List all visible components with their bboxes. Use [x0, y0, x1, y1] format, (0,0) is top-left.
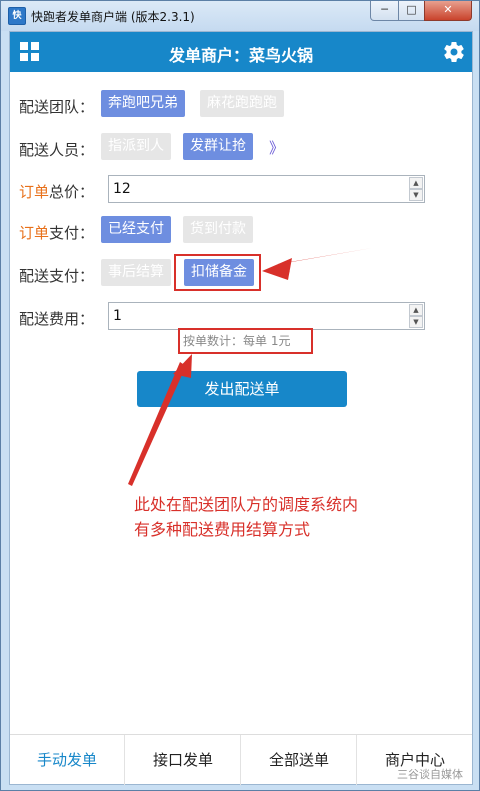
tab-all-deliveries[interactable]: 全部送单 [242, 735, 357, 785]
arrow-head-deduct [262, 258, 292, 280]
maximize-button[interactable]: □ [398, 1, 425, 21]
app-logo-icon: 快 [8, 7, 26, 25]
window-title: 快跑者发单商户端 (版本2.3.1) [31, 10, 195, 24]
app-window: 快 快跑者发单商户端 (版本2.3.1) ─ □ ✕ 发单商户：菜鸟火锅 配送团… [0, 0, 480, 791]
close-button[interactable]: ✕ [424, 1, 472, 21]
arrow-to-hint [128, 362, 186, 486]
main-content: 发单商户：菜鸟火锅 配送团队： 奔跑吧兄弟 麻花跑跑跑 配送人员： 指派到人 发… [9, 31, 473, 785]
watermark: 三谷谈自媒体 [397, 768, 463, 781]
annotation-arrows [128, 248, 372, 486]
tab-api-order[interactable]: 接口发单 [126, 735, 241, 785]
tab-manual-order[interactable]: 手动发单 [10, 735, 125, 785]
title-bar[interactable]: 快 快跑者发单商户端 (版本2.3.1) ─ □ ✕ [1, 1, 479, 31]
minimize-button[interactable]: ─ [370, 1, 399, 21]
arrow-head-hint [173, 354, 192, 378]
